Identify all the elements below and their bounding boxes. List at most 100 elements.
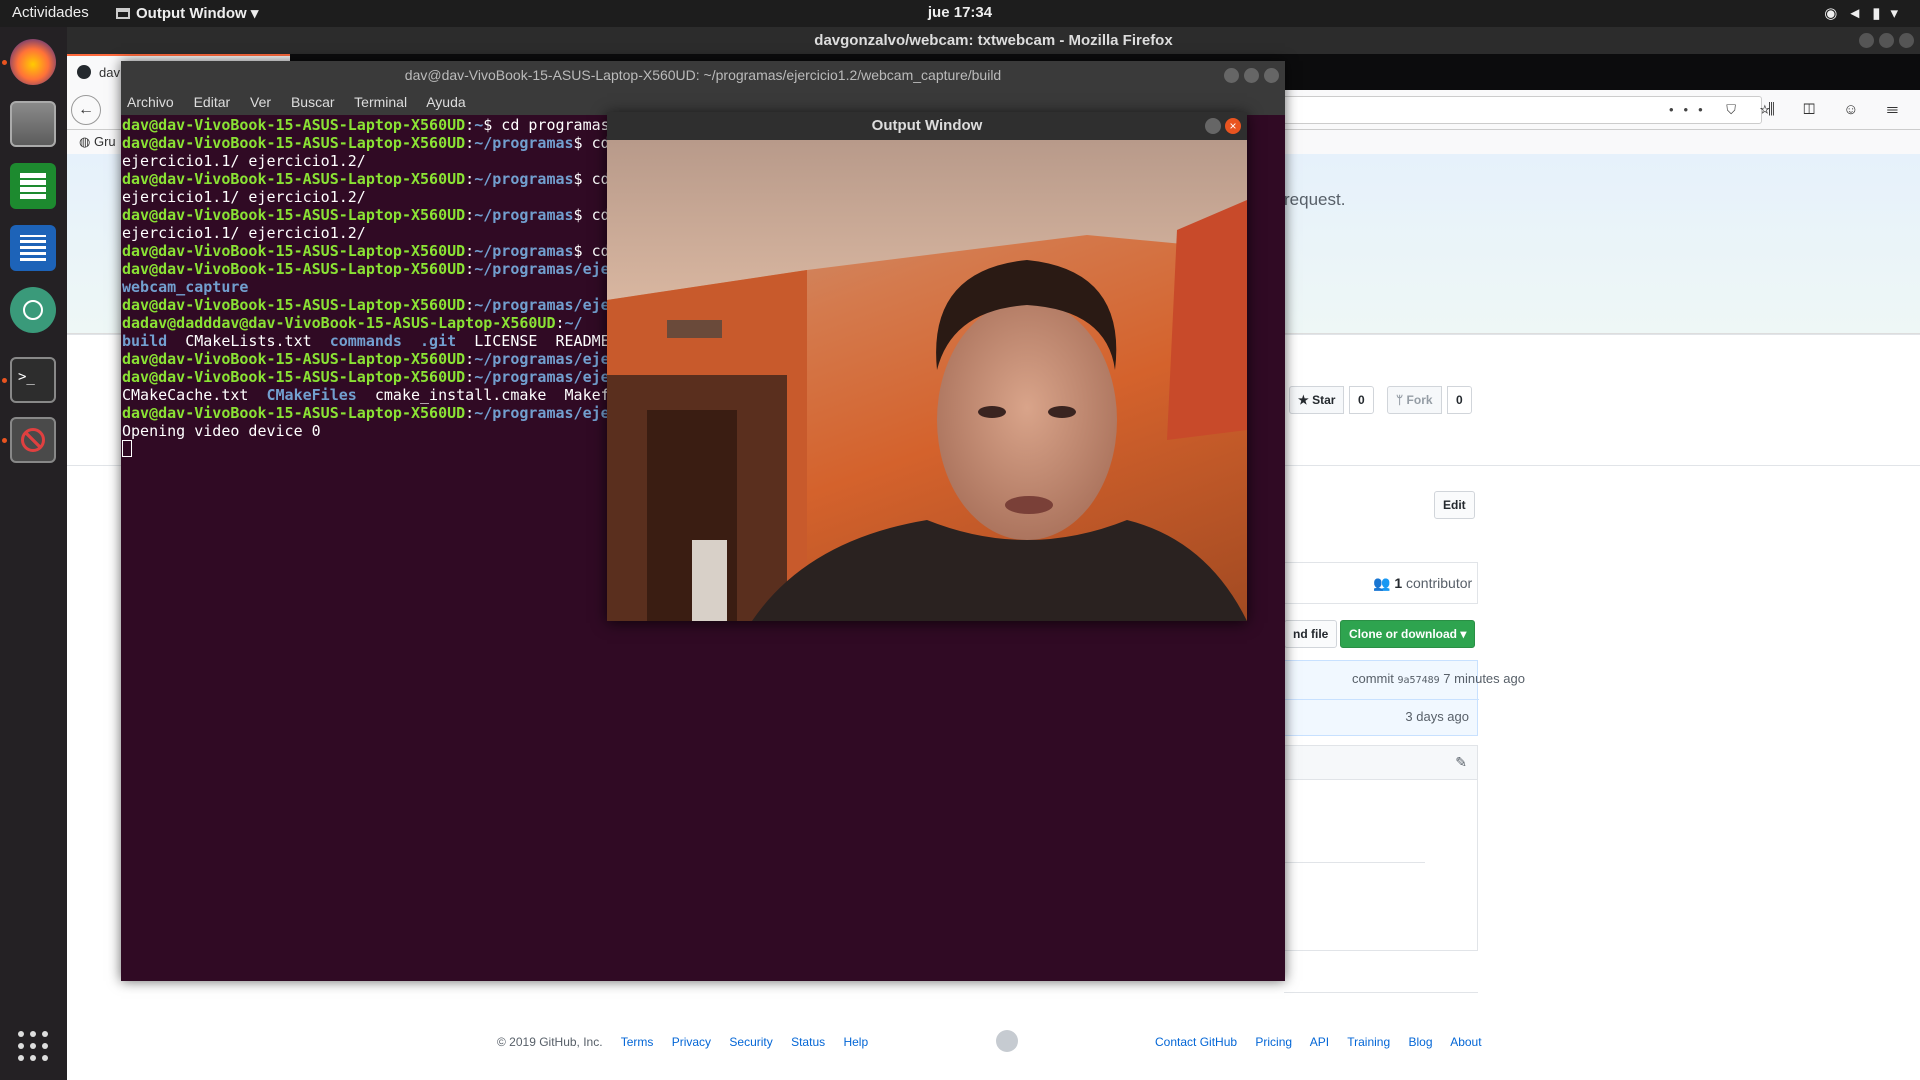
window-icon: [116, 8, 130, 19]
webcam-video-frame: [607, 140, 1247, 621]
back-button[interactable]: ←: [71, 95, 101, 125]
terminal-segment: build: [122, 332, 168, 350]
terminal-segment: ~/: [564, 314, 583, 332]
blocked-app-icon[interactable]: [10, 417, 56, 463]
terminal-segment: ~/programas/eje: [474, 404, 610, 422]
star-button[interactable]: ★ Star: [1289, 386, 1345, 414]
terminal-segment: $ cd programas: [483, 116, 610, 134]
menu-archivo[interactable]: Archivo: [127, 94, 174, 110]
show-applications-icon[interactable]: [18, 1031, 48, 1061]
terminal-segment: :: [465, 170, 475, 188]
footer-right: Contact GitHub Pricing API Training Blog…: [1155, 1035, 1482, 1049]
find-file-button[interactable]: nd file: [1284, 620, 1338, 648]
edit-button[interactable]: Edit: [1434, 491, 1475, 519]
footer-link-terms[interactable]: Terms: [621, 1035, 654, 1049]
activities-button[interactable]: Actividades: [12, 4, 89, 21]
close-icon[interactable]: [1899, 33, 1914, 48]
contributor-count: 1: [1394, 575, 1403, 591]
output-window-title: Output Window: [871, 117, 983, 134]
github-octocat-icon[interactable]: [996, 1030, 1018, 1052]
footer-link-status[interactable]: Status: [791, 1035, 825, 1049]
volume-icon: ◄: [1847, 5, 1873, 22]
pencil-icon[interactable]: ✎: [1455, 754, 1467, 771]
github-icon: [77, 65, 91, 79]
page-actions-icon[interactable]: ••• ⛉ ☆: [1669, 102, 1780, 118]
flash-text: request.: [1284, 190, 1346, 209]
terminal-segment: $ cd: [573, 206, 610, 224]
menu-editar[interactable]: Editar: [194, 94, 231, 110]
terminal-segment: :: [465, 242, 475, 260]
app-menu[interactable]: Output Window ▾: [116, 4, 258, 22]
menu-ver[interactable]: Ver: [250, 94, 271, 110]
files-icon[interactable]: [10, 101, 56, 147]
star-count[interactable]: 0: [1349, 386, 1374, 414]
fork-button[interactable]: ᛘ Fork: [1387, 386, 1442, 414]
commit-box: commit 9a57489 7 minutes ago 3 days ago: [1284, 660, 1525, 736]
terminal-segment: CMakeCache.txt: [122, 386, 267, 404]
close-icon[interactable]: ×: [1225, 118, 1241, 134]
bookmark-item[interactable]: Gru: [94, 134, 116, 149]
divider: [1285, 699, 1479, 700]
tab-label: dav: [99, 65, 120, 80]
terminal-segment: webcam_capture: [122, 278, 249, 296]
firefox-title: davgonzalvo/webcam: txtwebcam - Mozilla …: [814, 32, 1173, 49]
minimize-icon[interactable]: [1224, 68, 1239, 83]
clock[interactable]: jue 17:34: [0, 4, 1920, 21]
terminal-segment: :: [465, 116, 475, 134]
system-tray[interactable]: ◉◄▮▾: [1824, 4, 1908, 22]
terminal-segment: ejercicio1.1/ ejercicio1.2/: [122, 152, 366, 170]
output-window-titlebar: Output Window: [607, 112, 1247, 140]
footer-link-about[interactable]: About: [1450, 1035, 1481, 1049]
file-time: 3 days ago: [1405, 709, 1469, 724]
maximize-icon[interactable]: [1879, 33, 1894, 48]
minimize-icon[interactable]: [1859, 33, 1874, 48]
firefox-icon[interactable]: [10, 39, 56, 85]
footer-link-privacy[interactable]: Privacy: [672, 1035, 711, 1049]
footer-link-contact[interactable]: Contact GitHub: [1155, 1035, 1237, 1049]
firefox-titlebar: davgonzalvo/webcam: txtwebcam - Mozilla …: [67, 27, 1920, 54]
footer-link-api[interactable]: API: [1310, 1035, 1329, 1049]
terminal-segment: dadav@dadddav@dav-VivoBook-15-ASUS-Lapto…: [122, 314, 556, 332]
footer-copyright: © 2019 GitHub, Inc.: [497, 1035, 603, 1049]
readme-header: [1285, 746, 1477, 780]
terminal-segment: $ cd: [573, 242, 610, 260]
terminal-segment: dav@dav-VivoBook-15-ASUS-Laptop-X560UD: [122, 134, 466, 152]
atom-icon[interactable]: [10, 287, 56, 333]
wifi-icon: ◉: [1824, 5, 1848, 22]
contributors-box[interactable]: 👥 1 contributor: [1284, 562, 1478, 604]
maximize-icon[interactable]: [1244, 68, 1259, 83]
footer-link-pricing[interactable]: Pricing: [1255, 1035, 1292, 1049]
top-bar: Actividades Output Window ▾ jue 17:34 ◉◄…: [0, 0, 1920, 27]
terminal-segment: CMakeLists.txt: [167, 332, 330, 350]
clone-download-button[interactable]: Clone or download ▾: [1340, 620, 1476, 648]
footer-left: © 2019 GitHub, Inc. Terms Privacy Securi…: [497, 1035, 868, 1049]
terminal-icon[interactable]: >_: [10, 357, 56, 403]
terminal-segment: dav@dav-VivoBook-15-ASUS-Laptop-X560UD: [122, 242, 466, 260]
divider: [1285, 862, 1425, 863]
footer-link-help[interactable]: Help: [843, 1035, 868, 1049]
terminal-cursor: [122, 440, 132, 457]
calc-icon[interactable]: [10, 163, 56, 209]
terminal-segment: [402, 332, 420, 350]
terminal-segment: cmake_install.cmake Makef: [356, 386, 610, 404]
terminal-segment: :: [465, 368, 475, 386]
footer-link-blog[interactable]: Blog: [1408, 1035, 1432, 1049]
commit-hash[interactable]: 9a57489: [1398, 675, 1440, 686]
minimize-icon[interactable]: [1205, 118, 1221, 134]
terminal-segment: :: [555, 314, 565, 332]
terminal-segment: dav@dav-VivoBook-15-ASUS-Laptop-X560UD: [122, 260, 466, 278]
menu-ayuda[interactable]: Ayuda: [426, 94, 465, 110]
writer-icon[interactable]: [10, 225, 56, 271]
terminal-segment: ~/programas: [474, 170, 574, 188]
terminal-segment: ~: [474, 116, 484, 134]
fork-count[interactable]: 0: [1447, 386, 1472, 414]
footer-link-security[interactable]: Security: [729, 1035, 772, 1049]
terminal-segment: ~/programas/eje: [474, 296, 610, 314]
toolbar-icons[interactable]: ⫼ ◫ ☺ ☰: [1768, 101, 1910, 118]
menu-terminal[interactable]: Terminal: [354, 94, 407, 110]
battery-icon: ▮▾: [1872, 5, 1908, 22]
menu-buscar[interactable]: Buscar: [291, 94, 335, 110]
close-icon[interactable]: [1264, 68, 1279, 83]
footer-link-training[interactable]: Training: [1347, 1035, 1390, 1049]
terminal-segment: dav@dav-VivoBook-15-ASUS-Laptop-X560UD: [122, 116, 466, 134]
